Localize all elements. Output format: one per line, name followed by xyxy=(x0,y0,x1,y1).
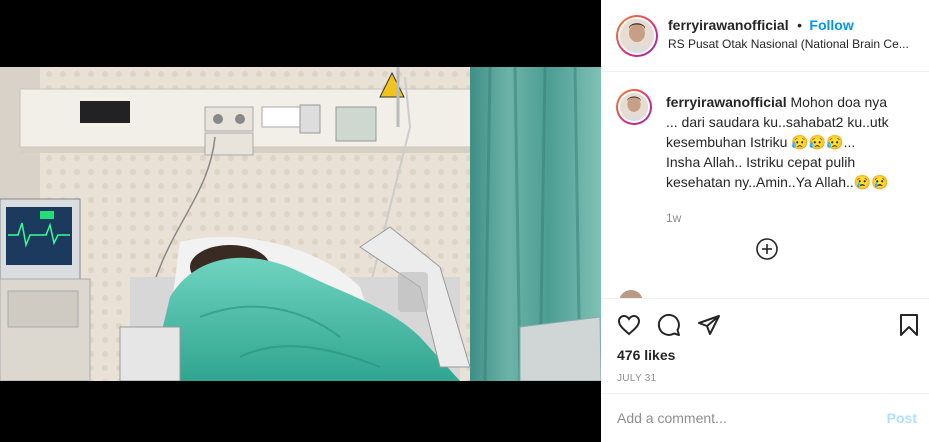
caption-time[interactable]: 1w xyxy=(666,208,921,228)
heart-icon xyxy=(617,314,641,336)
plus-circle-icon xyxy=(756,238,778,260)
follow-button[interactable]: Follow xyxy=(809,17,853,33)
caption-line-1: Mohon doa nya xyxy=(790,94,888,110)
header-title-row: ferryirawanofficial • Follow xyxy=(668,17,854,35)
caption-username[interactable]: ferryirawanofficial xyxy=(666,94,787,110)
hospital-room-image xyxy=(0,67,601,381)
save-button[interactable] xyxy=(897,313,921,342)
author-avatar[interactable] xyxy=(616,15,658,57)
add-comment-form: Post xyxy=(601,393,929,442)
avatar-image xyxy=(620,19,654,53)
comment-bubble-icon xyxy=(657,313,680,336)
bookmark-icon xyxy=(900,314,918,336)
post-comment-button[interactable]: Post xyxy=(887,410,917,426)
caption-section: ferryirawanofficial Mohon doa nya ... da… xyxy=(601,72,929,298)
caption-avatar[interactable] xyxy=(616,89,652,125)
post-sidebar: ferryirawanofficial • Follow RS Pusat Ot… xyxy=(601,0,929,442)
instagram-post: ferryirawanofficial • Follow RS Pusat Ot… xyxy=(0,0,929,442)
post-actions: 476 likes JULY 31 xyxy=(601,298,929,390)
post-date[interactable]: JULY 31 xyxy=(617,373,657,384)
post-location[interactable]: RS Pusat Otak Nasional (National Brain C… xyxy=(668,37,922,51)
next-comment-avatar xyxy=(619,290,643,298)
caption-line-3: kesembuhan Istriku 😥😥😥... xyxy=(666,134,856,150)
caption-line-5: kesehatan ny..Amin..Ya Allah..😢😢 xyxy=(666,174,889,190)
caption-line-4: Insha Allah.. Istriku cepat pulih xyxy=(666,154,856,170)
comment-input[interactable] xyxy=(617,410,867,426)
author-username[interactable]: ferryirawanofficial xyxy=(668,17,789,33)
header-separator: • xyxy=(797,17,802,33)
share-button[interactable] xyxy=(697,313,721,342)
load-more-comments-button[interactable] xyxy=(756,238,778,260)
caption-body: ferryirawanofficial Mohon doa nya ... da… xyxy=(666,92,921,228)
comment-button[interactable] xyxy=(657,313,681,342)
post-header: ferryirawanofficial • Follow RS Pusat Ot… xyxy=(601,0,929,72)
avatar-image xyxy=(620,93,648,121)
paper-plane-icon xyxy=(698,315,720,335)
post-photo[interactable] xyxy=(0,67,601,381)
like-button[interactable] xyxy=(617,313,641,342)
likes-count[interactable]: 476 likes xyxy=(617,347,675,363)
post-media xyxy=(0,0,601,442)
caption-line-2: ... dari saudara ku..sahabat2 ku..utk xyxy=(666,114,889,130)
